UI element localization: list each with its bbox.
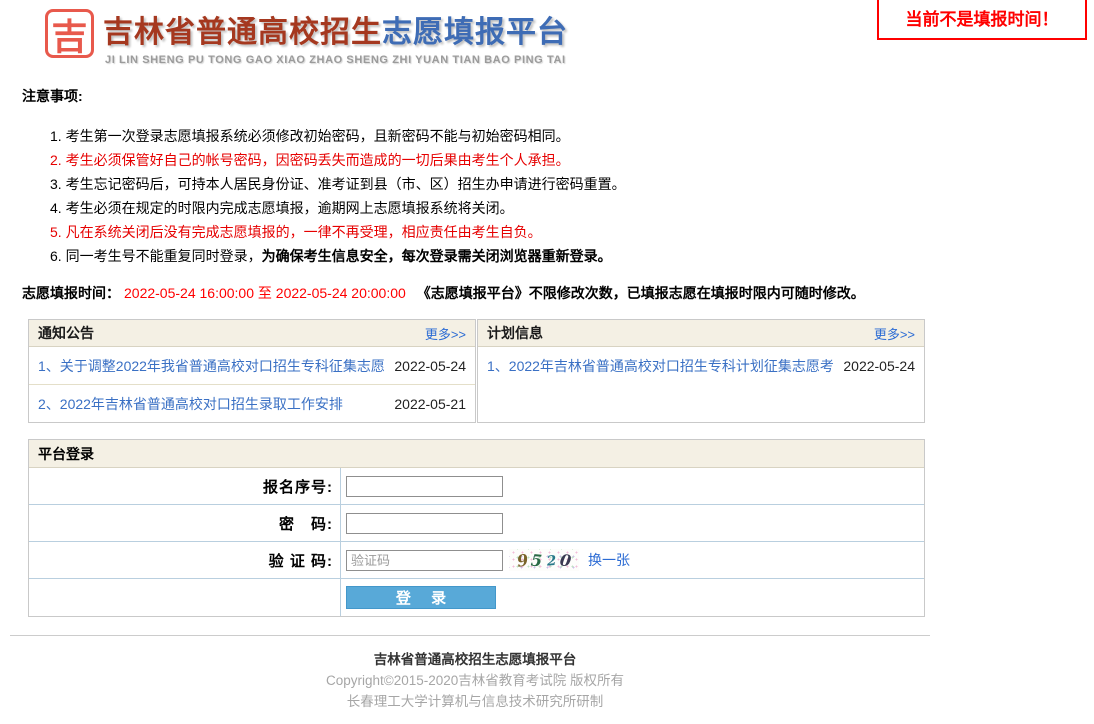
plans-panel: 计划信息 更多>> 1、2022年吉林省普通高校对口招生专科计划征集志愿考 20… — [477, 319, 925, 423]
login-panel: 平台登录 报名序号: 密 码: 验 证 码: 9 5 2 0 换一张 登 录 — [28, 439, 925, 617]
captcha-digit-1: 9 — [516, 550, 530, 570]
alert-text: 当前不是填报时间！ — [906, 5, 1059, 30]
notice-list: 1. 考生第一次登录志愿填报系统必须修改初始密码，且新密码不能与初始密码相同。 … — [50, 124, 1094, 268]
plan-info-date-1: 2022-05-24 — [843, 358, 915, 374]
password-cell — [341, 505, 924, 541]
captcha-label: 验 证 码: — [29, 542, 341, 578]
captcha-digit-2: 5 — [531, 550, 544, 570]
notice-announcement-link-2[interactable]: 2、2022年吉林省普通高校对口招生录取工作安排 — [38, 394, 343, 414]
page-title-part2: 志愿填报平台 — [382, 16, 568, 49]
page-header: 吉 吉林省普通高校招生志愿填报平台 JI LIN SHENG PU TONG G… — [0, 0, 1094, 80]
login-button-row: 登 录 — [29, 579, 924, 616]
plan-info-link-1[interactable]: 1、2022年吉林省普通高校对口招生专科计划征集志愿考 — [487, 356, 834, 376]
notice-announcement-date-2: 2022-05-21 — [394, 396, 466, 412]
registration-number-row: 报名序号: — [29, 468, 924, 505]
password-input[interactable] — [346, 513, 503, 534]
notice-item-6: 6. 同一考生号不能重复同时登录，为确保考生信息安全，每次登录需关闭浏览器重新登… — [50, 244, 1094, 268]
notice-item-4: 4. 考生必须在规定的时限内完成志愿填报，逾期网上志愿填报系统将关闭。 — [50, 196, 1094, 220]
captcha-image: 9 5 2 0 — [509, 549, 579, 571]
plans-panel-header: 计划信息 更多>> — [478, 320, 924, 347]
login-button[interactable]: 登 录 — [346, 586, 496, 609]
footer-developer: 长春理工大学计算机与信息技术研究所研制 — [0, 691, 950, 712]
password-label: 密 码: — [29, 505, 341, 541]
notice-item-6-text: 6. 同一考生号不能重复同时登录， — [50, 248, 262, 264]
notice-item-3: 3. 考生忘记密码后，可持本人居民身份证、准考证到县（市、区）招生办申请进行密码… — [50, 172, 1094, 196]
schedule-label: 志愿填报时间： — [22, 285, 120, 301]
password-row: 密 码: — [29, 505, 924, 542]
notice-announcement-date-1: 2022-05-24 — [394, 358, 466, 374]
page-footer: 吉林省普通高校招生志愿填报平台 Copyright©2015-2020吉林省教育… — [0, 649, 950, 712]
captcha-digit-3: 2 — [546, 552, 557, 569]
registration-number-label: 报名序号: — [29, 468, 341, 504]
list-item: 2、2022年吉林省普通高校对口招生录取工作安排 2022-05-21 — [29, 385, 475, 423]
login-button-row-spacer — [29, 579, 341, 616]
notices-panel-title: 通知公告 — [38, 323, 94, 343]
info-panels: 通知公告 更多>> 1、关于调整2022年我省普通高校对口招生专科征集志愿 20… — [28, 319, 925, 423]
captcha-row: 验 证 码: 9 5 2 0 换一张 — [29, 542, 924, 579]
site-title-block: 吉林省普通高校招生志愿填报平台 JI LIN SHENG PU TONG GAO… — [103, 7, 568, 66]
login-button-cell: 登 录 — [341, 579, 924, 616]
list-item: 1、2022年吉林省普通高校对口招生专科计划征集志愿考 2022-05-24 — [478, 347, 924, 385]
captcha-refresh-link[interactable]: 换一张 — [588, 550, 630, 570]
site-seal-logo-icon: 吉 — [45, 9, 94, 58]
notice-item-6-bold-text: 为确保考生信息安全，每次登录需关闭浏览器重新登录。 — [262, 248, 612, 264]
notice-announcement-link-1[interactable]: 1、关于调整2022年我省普通高校对口招生专科征集志愿 — [38, 356, 385, 376]
not-filling-time-alert: 当前不是填报时间！ — [877, 0, 1087, 40]
page-title: 吉林省普通高校招生志愿填报平台 — [103, 7, 568, 51]
registration-number-cell — [341, 468, 924, 504]
list-item: 1、关于调整2022年我省普通高校对口招生专科征集志愿 2022-05-24 — [29, 347, 475, 385]
schedule-note: 《志愿填报平台》不限修改次数，已填报志愿在填报时限内可随时修改。 — [424, 285, 865, 301]
footer-divider — [10, 635, 930, 636]
notices-more-link[interactable]: 更多>> — [425, 324, 466, 343]
notice-item-1: 1. 考生第一次登录志愿填报系统必须修改初始密码，且新密码不能与初始密码相同。 — [50, 124, 1094, 148]
registration-number-input[interactable] — [346, 476, 503, 497]
login-panel-header: 平台登录 — [29, 440, 924, 468]
notice-item-5: 5. 凡在系统关闭后没有完成志愿填报的，一律不再受理，相应责任由考生自负。 — [50, 220, 1094, 244]
captcha-cell: 9 5 2 0 换一张 — [341, 542, 924, 578]
notices-panel-header: 通知公告 更多>> — [29, 320, 475, 347]
notice-section-title: 注意事项: — [22, 86, 1094, 106]
captcha-digit-4: 0 — [558, 550, 572, 570]
filling-schedule-line: 志愿填报时间：2022-05-24 16:00:00 至 2022-05-24 … — [22, 283, 1094, 303]
footer-copyright: Copyright©2015-2020吉林省教育考试院 版权所有 — [0, 670, 950, 691]
notice-item-2: 2. 考生必须保管好自己的帐号密码，因密码丢失而造成的一切后果由考生个人承担。 — [50, 148, 1094, 172]
schedule-time-range: 2022-05-24 16:00:00 至 2022-05-24 20:00:0… — [120, 285, 410, 301]
logo-glyph: 吉 — [51, 8, 87, 60]
notices-panel: 通知公告 更多>> 1、关于调整2022年我省普通高校对口招生专科征集志愿 20… — [28, 319, 476, 423]
plans-more-link[interactable]: 更多>> — [874, 324, 915, 343]
page-title-part1: 吉林省普通高校招生 — [103, 16, 382, 49]
footer-site-title: 吉林省普通高校招生志愿填报平台 — [0, 649, 950, 670]
page-title-pinyin: JI LIN SHENG PU TONG GAO XIAO ZHAO SHENG… — [105, 54, 568, 66]
plans-panel-title: 计划信息 — [487, 323, 543, 343]
captcha-input[interactable] — [346, 550, 503, 571]
